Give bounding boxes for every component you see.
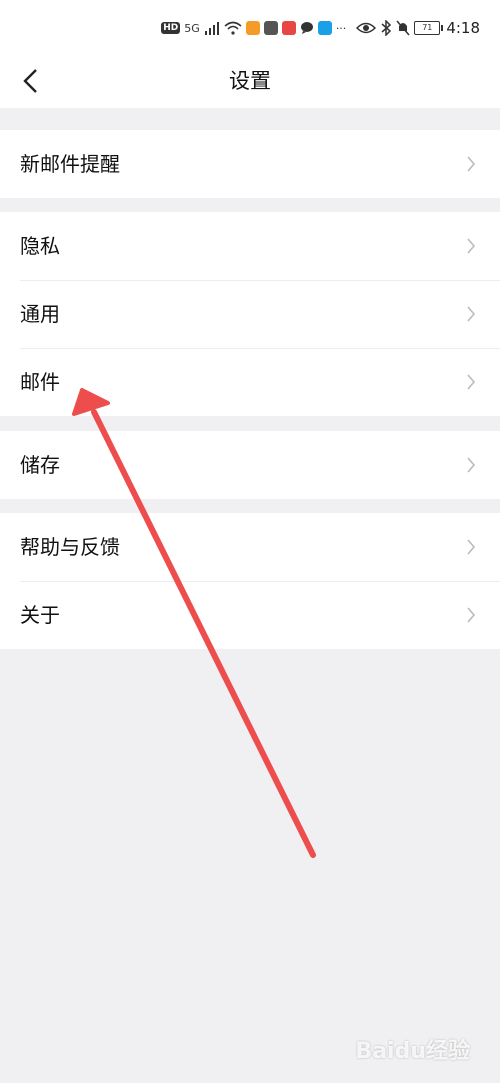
- watermark: Baidu经验: [355, 1039, 470, 1064]
- annotation-arrow: [72, 388, 316, 858]
